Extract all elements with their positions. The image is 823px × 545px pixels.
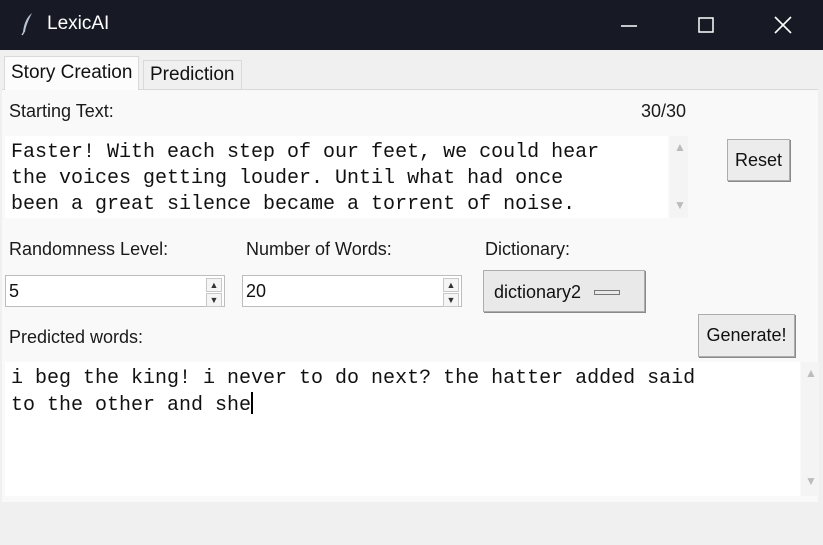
- reset-button[interactable]: Reset: [727, 139, 790, 181]
- scroll-up-icon[interactable]: ▲: [805, 366, 817, 380]
- dictionary-dropdown[interactable]: dictionary2: [483, 270, 645, 312]
- starting-text-scrollbar[interactable]: ▲ ▼: [670, 136, 688, 218]
- predicted-words-output[interactable]: i beg the king! i never to do next? the …: [5, 362, 800, 496]
- num-words-label: Number of Words:: [246, 239, 392, 259]
- close-icon: [774, 16, 792, 34]
- num-words-stepper[interactable]: 20 ▲ ▼: [242, 275, 462, 307]
- spin-up-icon[interactable]: ▲: [443, 278, 459, 292]
- minimize-icon: [621, 25, 637, 27]
- maximize-icon: [698, 17, 714, 33]
- predicted-words-text: i beg the king! i never to do next? the …: [11, 367, 696, 417]
- dictionary-label: Dictionary:: [485, 239, 571, 259]
- character-counter: 30/30: [641, 101, 687, 121]
- scroll-down-icon[interactable]: ▼: [805, 474, 817, 488]
- text-cursor: [251, 392, 254, 414]
- randomness-spin-arrows[interactable]: ▲ ▼: [206, 278, 222, 307]
- randomness-value: 5: [9, 281, 20, 301]
- spin-down-icon[interactable]: ▼: [206, 293, 222, 307]
- randomness-label: Randomness Level:: [9, 239, 169, 259]
- dropdown-indicator-icon: [594, 290, 620, 295]
- generate-button[interactable]: Generate!: [698, 314, 795, 357]
- spin-down-icon[interactable]: ▼: [443, 293, 459, 307]
- title-bar: LexicAI: [0, 0, 823, 50]
- tab-story-creation[interactable]: Story Creation: [4, 56, 140, 90]
- num-words-value: 20: [246, 281, 267, 301]
- tab-prediction[interactable]: Prediction: [143, 60, 242, 90]
- feather-icon: [21, 13, 32, 36]
- maximize-button[interactable]: [668, 0, 744, 50]
- close-button[interactable]: [745, 0, 821, 50]
- predicted-words-label: Predicted words:: [9, 327, 144, 347]
- randomness-stepper[interactable]: 5 ▲ ▼: [5, 275, 225, 307]
- scroll-down-icon[interactable]: ▼: [674, 198, 686, 212]
- window-title: LexicAI: [47, 13, 110, 34]
- starting-text-label: Starting Text:: [9, 101, 114, 121]
- dictionary-selected: dictionary2: [494, 282, 582, 302]
- scroll-up-icon[interactable]: ▲: [674, 140, 686, 154]
- minimize-button[interactable]: [591, 0, 667, 50]
- starting-text-input[interactable]: Faster! With each step of our feet, we c…: [5, 136, 668, 218]
- predicted-words-scrollbar[interactable]: ▲ ▼: [801, 362, 819, 496]
- spin-up-icon[interactable]: ▲: [206, 278, 222, 292]
- num-words-spin-arrows[interactable]: ▲ ▼: [443, 278, 459, 307]
